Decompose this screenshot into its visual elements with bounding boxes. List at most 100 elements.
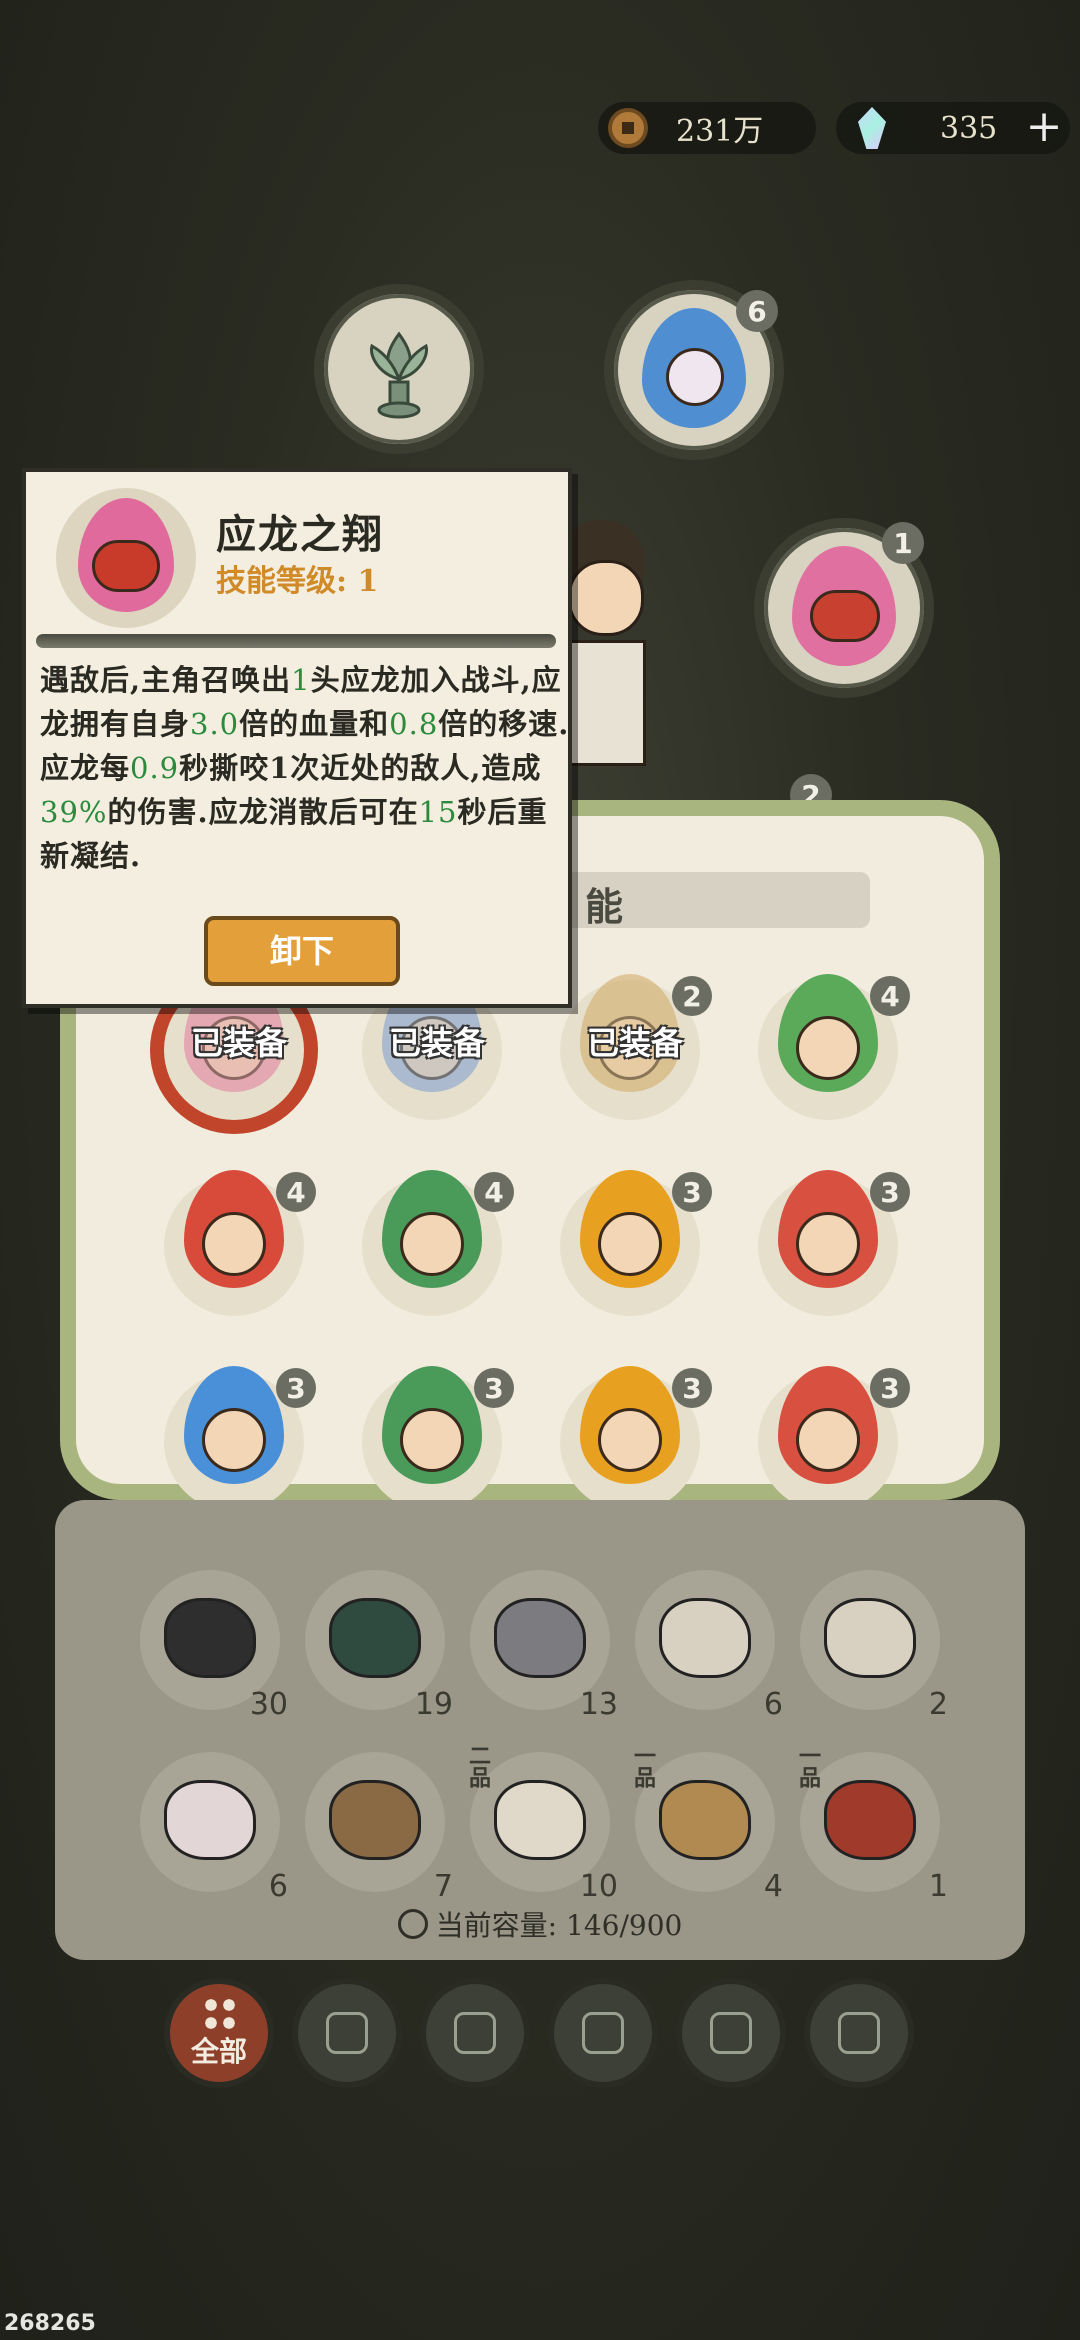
lotus-slot[interactable] (314, 284, 484, 454)
skill-slot[interactable]: 3 (164, 1362, 316, 1512)
dragon-face-icon (92, 540, 160, 592)
equipped-label: 已装备 (190, 1024, 287, 1062)
inventory-item[interactable]: 6 (635, 1570, 783, 1722)
item-count: 1 (928, 1869, 948, 1904)
skill-level-badge: 3 (276, 1368, 316, 1408)
skill-level-badge: 3 (672, 1172, 712, 1212)
hero-character (560, 520, 650, 780)
skill-slot[interactable]: 4 (362, 1166, 514, 1316)
inventory-item[interactable]: 一品 4 (630, 1744, 783, 1904)
inventory-item[interactable]: 2 (800, 1570, 948, 1722)
coal-ore-icon (164, 1598, 256, 1678)
character-face-icon (202, 1212, 266, 1276)
item-grade: 一品 (795, 1744, 821, 1788)
thread-spool-icon (824, 1780, 916, 1860)
crystal-ore-icon (494, 1598, 586, 1678)
green-ore-icon (329, 1598, 421, 1678)
divider (36, 634, 556, 648)
rope-icon (659, 1780, 751, 1860)
item-count: 2 (928, 1687, 948, 1722)
inventory-item[interactable]: 19 (305, 1570, 453, 1722)
skill-slot[interactable]: 3 (758, 1166, 910, 1316)
skill-slot[interactable]: 3 (560, 1362, 712, 1512)
skill-description: 遇敌后,主角召唤出1头应龙加入战斗,应龙拥有自身3.0倍的血量和0.8倍的移速.… (40, 658, 570, 878)
filter-wood-button[interactable] (292, 1978, 402, 2088)
skill-icon (56, 488, 196, 628)
filter-all-button[interactable]: 全部 (164, 1978, 274, 2088)
coin-icon (608, 108, 648, 148)
veggie-dumpling-icon (824, 1598, 916, 1678)
filter-scroll-button[interactable] (804, 1978, 914, 2088)
capacity-label: 当前容量: 146/900 (0, 1904, 1080, 1944)
leaf-icon (582, 2012, 624, 2054)
skill-level-badge: 3 (474, 1368, 514, 1408)
skill-level-badge: 4 (474, 1172, 514, 1212)
inventory-item[interactable]: 30 (140, 1570, 288, 1722)
item-grade: 二品 (465, 1744, 491, 1788)
description-text: 倍的血量和 (239, 707, 390, 741)
blue-spirit-level-badge: 6 (736, 290, 778, 332)
gem-counter: 335 + (836, 102, 1070, 154)
item-count: 10 (579, 1869, 618, 1904)
wood-log-icon (329, 1780, 421, 1860)
highlight-value: 39% (40, 795, 108, 829)
skill-level-badge: 3 (870, 1368, 910, 1408)
gem-icon (858, 107, 886, 149)
skill-slot[interactable]: 3 (362, 1362, 514, 1512)
character-face-icon (598, 1408, 662, 1472)
inventory-item[interactable]: 13 (470, 1570, 618, 1722)
inventory-item[interactable]: 二品 10 (465, 1744, 618, 1904)
item-grade: 一品 (630, 1744, 656, 1788)
skill-tooltip: 应龙之翔 技能等级: 1 遇敌后,主角召唤出1头应龙加入战斗,应龙拥有自身3.0… (22, 468, 572, 1008)
unequip-button[interactable]: 卸下 (204, 916, 400, 986)
character-face-icon (202, 1408, 266, 1472)
dragon-level-badge: 1 (882, 522, 924, 564)
gem-amount: 335 (940, 110, 998, 146)
item-count: 30 (249, 1687, 288, 1722)
pork-dumpling-icon (164, 1780, 256, 1860)
lotus-icon (369, 331, 429, 419)
highlight-value: 0.9 (130, 751, 180, 785)
highlight-value: 15 (418, 795, 458, 829)
skill-slot[interactable]: 3 (560, 1166, 712, 1316)
skill-slot[interactable]: 3 (758, 1362, 910, 1512)
inventory-item[interactable]: 7 (305, 1752, 453, 1904)
inventory-item[interactable]: 一品 1 (795, 1744, 948, 1904)
build-id: 268265 (4, 2311, 96, 2336)
item-count: 13 (579, 1687, 618, 1722)
skill-name: 应龙之翔 (216, 511, 384, 558)
character-face-icon (796, 1408, 860, 1472)
coin-amount: 231万 (676, 114, 764, 149)
highlight-value: 1 (291, 663, 311, 697)
item-count: 19 (414, 1687, 453, 1722)
item-count: 4 (763, 1869, 783, 1904)
eggs-on-leaf-icon (494, 1780, 586, 1860)
equipped-label: 已装备 (586, 1024, 683, 1062)
character-face-icon (796, 1016, 860, 1080)
meat-dumpling-icon (659, 1598, 751, 1678)
skill-slot[interactable]: 4 (758, 970, 910, 1120)
inventory-item[interactable]: 6 (140, 1752, 288, 1904)
bag-icon (397, 1909, 428, 1939)
grid-icon (202, 1996, 238, 2032)
skill-slot[interactable]: 已装备 2 (560, 970, 712, 1120)
character-face-icon (400, 1212, 464, 1276)
character-face-icon (796, 1212, 860, 1276)
item-count: 6 (763, 1687, 783, 1722)
filter-plant-button[interactable] (548, 1978, 658, 2088)
description-text: 的伤害.应龙消散后可在 (107, 795, 419, 829)
skill-level-badge: 3 (870, 1172, 910, 1212)
skill-level-badge: 3 (672, 1368, 712, 1408)
spirit-face-icon (666, 348, 724, 406)
description-text: 秒撕咬1次近处的敌人,造成 (179, 751, 542, 785)
scroll-icon (838, 2012, 880, 2054)
dragon-face-icon (810, 590, 880, 642)
description-text: 遇敌后,主角召唤出 (40, 663, 292, 697)
filter-building-button[interactable] (420, 1978, 530, 2088)
skill-level: 技能等级: 1 (216, 564, 379, 599)
add-gems-button[interactable]: + (1018, 102, 1070, 154)
highlight-value: 3.0 (190, 707, 240, 741)
coin-counter: 231万 (598, 102, 816, 154)
filter-food-button[interactable] (676, 1978, 786, 2088)
skill-slot[interactable]: 4 (164, 1166, 316, 1316)
